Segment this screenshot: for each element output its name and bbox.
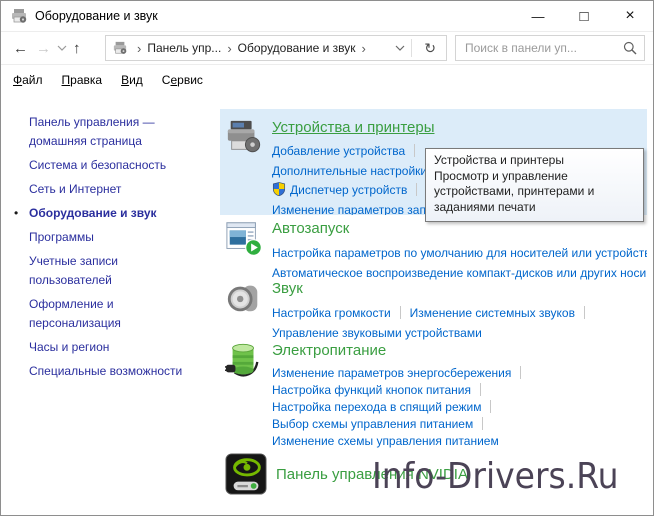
history-chevron-icon[interactable] — [57, 45, 67, 51]
task-add-device[interactable]: Добавление устройства — [272, 144, 405, 158]
up-button[interactable]: ↑ — [69, 39, 85, 58]
address-dropdown-chevron-icon[interactable] — [395, 45, 405, 51]
section-autoplay: Автозапуск Настройка параметров по умолч… — [220, 219, 647, 283]
task-sleep-settings[interactable]: Настройка перехода в спящий режим — [272, 400, 481, 414]
sidebar: Панель управления — домашняя страница Си… — [1, 96, 216, 515]
address-separator — [411, 39, 412, 57]
task-energy-saving[interactable]: Изменение параметров энергосбережения — [272, 366, 511, 380]
breadcrumb-root[interactable]: Панель упр... — [147, 41, 221, 55]
nvidia-icon[interactable] — [225, 453, 267, 495]
breadcrumb-chevron-icon[interactable]: › — [362, 41, 366, 56]
section-title-devices-printers[interactable]: Устройства и принтеры — [272, 119, 647, 136]
sidebar-item-system-security[interactable]: Система и безопасность — [29, 156, 201, 175]
task-edit-power-plan[interactable]: Изменение схемы управления питанием — [272, 434, 499, 448]
toolbar: ← → ↑ › Панель упр... › Оборудование и з… — [1, 31, 653, 65]
tooltip-body: Просмотр и управление устройствами, прин… — [434, 169, 635, 216]
task-autoplay-cd[interactable]: Автоматическое воспроизведение компакт-д… — [272, 266, 646, 280]
breadcrumb-current[interactable]: Оборудование и звук — [238, 41, 356, 55]
tooltip: Устройства и принтеры Просмотр и управле… — [425, 148, 644, 222]
uac-shield-icon — [272, 182, 286, 196]
sidebar-item-user-accounts[interactable]: Учетные записи пользователей — [29, 252, 201, 290]
address-bar[interactable]: › Панель упр... › Оборудование и звук › … — [105, 35, 447, 61]
breadcrumb-chevron-icon[interactable]: › — [227, 41, 231, 56]
task-advanced-settings[interactable]: Дополнительные настройки — [272, 164, 427, 178]
task-adjust-volume[interactable]: Настройка громкости — [272, 306, 391, 320]
close-button[interactable]: × — [607, 1, 653, 31]
menu-bar: Файл Правка Вид Сервис — [1, 66, 653, 93]
section-nvidia: Панель управления NVIDIA — [220, 453, 647, 495]
window-title: Оборудование и звук — [35, 9, 158, 23]
task-device-manager[interactable]: Диспетчер устройств — [290, 183, 407, 197]
sidebar-item-appearance[interactable]: Оформление и персонализация — [29, 295, 201, 333]
back-button[interactable]: ← — [9, 39, 32, 58]
devices-printers-icon[interactable] — [225, 118, 263, 156]
task-separator — [414, 144, 415, 157]
power-battery-icon[interactable] — [225, 341, 263, 379]
minimize-button[interactable]: — — [515, 1, 561, 31]
sidebar-item-programs[interactable]: Программы — [29, 228, 201, 247]
sidebar-item-home[interactable]: Панель управления — домашняя страница — [29, 113, 201, 151]
breadcrumb-chevron-icon[interactable]: › — [137, 41, 141, 56]
task-change-sounds[interactable]: Изменение системных звуков — [410, 306, 575, 320]
speaker-icon[interactable] — [225, 279, 263, 317]
task-separator — [490, 400, 491, 413]
sidebar-item-ease-of-access[interactable]: Специальные возможности — [29, 362, 201, 381]
menu-view[interactable]: Вид — [121, 73, 143, 87]
title-bar[interactable]: Оборудование и звук — □ × — [1, 1, 653, 31]
maximize-button[interactable]: □ — [561, 1, 607, 31]
section-sound: Звук Настройка громкости Изменение систем… — [220, 279, 647, 343]
active-bullet-icon: • — [14, 204, 18, 223]
menu-tools[interactable]: Сервис — [162, 73, 203, 87]
section-power-options: Электропитание Изменение параметров энер… — [220, 341, 647, 450]
window-controls: — □ × — [515, 1, 653, 31]
section-title-power[interactable]: Электропитание — [272, 342, 647, 359]
section-title-sound[interactable]: Звук — [272, 280, 647, 297]
task-choose-power-plan[interactable]: Выбор схемы управления питанием — [272, 417, 473, 431]
section-title-autoplay[interactable]: Автозапуск — [272, 220, 647, 237]
sidebar-item-network-internet[interactable]: Сеть и Интернет — [29, 180, 201, 199]
task-device-startup-settings[interactable]: Изменение параметров запу — [272, 203, 432, 216]
forward-button: → — [32, 39, 55, 58]
sidebar-item-hardware-sound[interactable]: •Оборудование и звук — [29, 204, 201, 223]
task-power-buttons[interactable]: Настройка функций кнопок питания — [272, 383, 471, 397]
printer-icon — [10, 8, 28, 24]
search-icon[interactable] — [623, 41, 637, 55]
task-separator — [584, 306, 585, 319]
task-autoplay-defaults[interactable]: Настройка параметров по умолчанию для но… — [272, 246, 647, 260]
task-separator — [416, 183, 417, 196]
menu-edit[interactable]: Правка — [62, 73, 103, 87]
nav-buttons: ← → ↑ — [9, 39, 105, 58]
control-panel-window: Оборудование и звук — □ × ← → ↑ › П — [0, 0, 654, 516]
sidebar-item-clock-region[interactable]: Часы и регион — [29, 338, 201, 357]
menu-file[interactable]: Файл — [13, 73, 43, 87]
task-separator — [520, 366, 521, 379]
refresh-button[interactable]: ↻ — [418, 40, 442, 57]
search-box[interactable] — [455, 35, 645, 61]
printer-icon — [112, 41, 128, 55]
autoplay-icon[interactable] — [225, 219, 263, 257]
task-separator — [480, 383, 481, 396]
task-separator — [400, 306, 401, 319]
section-title-nvidia[interactable]: Панель управления NVIDIA — [276, 454, 647, 483]
task-separator — [482, 417, 483, 430]
search-input[interactable] — [463, 40, 623, 56]
tooltip-title: Устройства и принтеры — [434, 153, 635, 169]
task-manage-audio-devices[interactable]: Управление звуковыми устройствами — [272, 326, 482, 340]
